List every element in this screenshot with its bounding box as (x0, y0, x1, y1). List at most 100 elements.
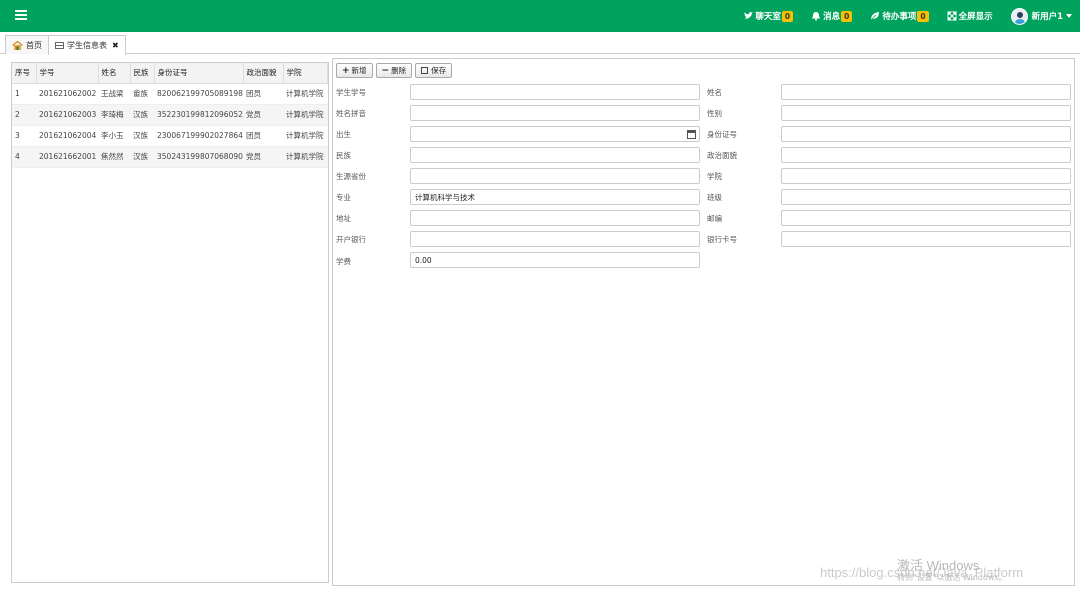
chatroom-badge: 0 (781, 10, 794, 22)
col-header-college[interactable]: 学院 (283, 63, 328, 84)
cell-student-id: 201621062004 (36, 125, 98, 147)
origin-field[interactable] (410, 168, 700, 184)
delete-button[interactable]: − 删除 (375, 63, 413, 78)
menu-toggle-icon[interactable] (15, 10, 27, 22)
cell-ethnic: 汉族 (130, 125, 154, 147)
user-name: 新用户1 (1031, 12, 1063, 22)
bank-card-field[interactable] (781, 231, 1071, 247)
leaf-icon (871, 12, 880, 21)
nav-chatroom[interactable]: 聊天室 0 (743, 10, 794, 22)
nav-todo[interactable]: 待办事项 0 (870, 10, 929, 22)
add-button-label: 新增 (351, 66, 367, 75)
political-label: 政治面貌 (707, 151, 737, 160)
address-field[interactable] (410, 210, 700, 226)
cell-political: 团员 (243, 83, 283, 105)
tab-student-info[interactable]: 学生信息表 ✖ (48, 35, 126, 55)
pinyin-field[interactable] (410, 105, 700, 121)
bank-card-label: 银行卡号 (707, 235, 737, 244)
cell-index: 4 (12, 146, 36, 168)
cell-college: 计算机学院 (283, 83, 328, 105)
todo-badge: 0 (917, 10, 929, 22)
zip-field[interactable] (781, 210, 1071, 226)
name-label: 姓名 (707, 88, 722, 97)
home-icon (12, 40, 23, 50)
caret-down-icon (1066, 14, 1072, 18)
student-id-field[interactable] (410, 84, 700, 100)
cell-index: 1 (12, 83, 36, 105)
cell-ethnic: 汉族 (130, 146, 154, 168)
table-row[interactable]: 1 201621062002 王战梁 畲族 820062199705089198… (12, 83, 328, 105)
nav-fullscreen[interactable]: 全屏显示 (947, 10, 993, 22)
cell-political: 党员 (243, 104, 283, 126)
name-field[interactable] (781, 84, 1071, 100)
col-header-index[interactable]: 序号 (12, 63, 37, 84)
cell-idcard: 352230199812096052 (154, 104, 243, 126)
address-label: 地址 (336, 214, 351, 223)
cell-college: 计算机学院 (283, 125, 328, 147)
cell-name: 焦然然 (98, 146, 130, 168)
table-row[interactable]: 3 201621062004 李小玉 汉族 230067199902027864… (12, 125, 328, 147)
pinyin-label: 姓名拼音 (336, 109, 366, 118)
gender-field[interactable] (781, 105, 1071, 121)
ethnic-label: 民族 (336, 151, 351, 160)
calendar-icon[interactable] (687, 130, 696, 139)
cell-student-id: 201621062002 (36, 83, 98, 105)
tuition-label: 学费 (336, 257, 351, 266)
cell-political: 党员 (243, 146, 283, 168)
cell-student-id: 201621062003 (36, 104, 98, 126)
delete-button-label: 删除 (391, 66, 407, 75)
close-icon[interactable]: ✖ (112, 41, 119, 50)
cell-college: 计算机学院 (283, 146, 328, 168)
college-label: 学院 (707, 172, 722, 181)
avatar (1010, 7, 1028, 25)
class-field[interactable] (781, 189, 1071, 205)
table-row[interactable]: 4 201621662001 焦然然 汉族 350243199807068090… (12, 146, 328, 168)
col-header-ethnic[interactable]: 民族 (130, 63, 155, 84)
tab-student-info-label: 学生信息表 (67, 41, 107, 50)
table-row[interactable]: 2 201621062003 李琦梅 汉族 352230199812096052… (12, 104, 328, 126)
cell-idcard: 230067199902027864 (154, 125, 243, 147)
idcard-field[interactable] (781, 126, 1071, 142)
plus-icon: + (342, 65, 350, 76)
nav-messages[interactable]: 消息 0 (811, 10, 853, 22)
add-button[interactable]: + 新增 (336, 63, 373, 78)
cell-college: 计算机学院 (283, 104, 328, 126)
tab-bar: 首页 学生信息表 ✖ (0, 32, 1080, 55)
tab-home-label: 首页 (26, 40, 42, 50)
col-header-political[interactable]: 政治面貌 (243, 63, 284, 84)
save-button[interactable]: 保存 (415, 63, 453, 78)
origin-label: 生源省份 (336, 172, 366, 181)
nav-messages-label: 消息 (823, 12, 841, 22)
table-header-row: 序号 学号 姓名 民族 身份证号 政治面貌 学院 (12, 63, 328, 84)
political-field[interactable] (781, 147, 1071, 163)
birth-label: 出生 (336, 130, 351, 139)
cell-name: 王战梁 (98, 83, 130, 105)
bank-field[interactable] (410, 231, 700, 247)
student-id-label: 学生学号 (336, 88, 366, 97)
minus-icon: − (381, 65, 390, 76)
col-header-name[interactable]: 姓名 (98, 63, 131, 84)
class-label: 班级 (707, 193, 722, 202)
user-menu[interactable]: 新用户1 (1010, 7, 1072, 25)
student-list-panel: 序号 学号 姓名 民族 身份证号 政治面貌 学院 1 201621062002 … (11, 62, 329, 583)
save-button-label: 保存 (431, 66, 447, 75)
col-header-student-id[interactable]: 学号 (36, 63, 99, 84)
col-header-idcard[interactable]: 身份证号 (154, 63, 244, 84)
bank-label: 开户银行 (336, 235, 366, 244)
ethnic-field[interactable] (410, 147, 700, 163)
tab-home[interactable]: 首页 (5, 35, 49, 54)
zip-label: 邮编 (707, 214, 722, 223)
cell-index: 3 (12, 125, 36, 147)
activate-windows-subtext: 转到"设置"以激活 Windows。 (897, 573, 1007, 582)
birth-date-field[interactable] (410, 126, 700, 142)
cell-ethnic: 畲族 (130, 83, 154, 105)
cell-idcard: 350243199807068090 (154, 146, 243, 168)
cell-political: 团员 (243, 125, 283, 147)
college-field[interactable] (781, 168, 1071, 184)
fullscreen-icon (947, 11, 957, 21)
major-label: 专业 (336, 193, 351, 202)
tuition-field[interactable]: 0.00 (410, 252, 700, 268)
major-field[interactable]: 计算机科学与技术 (410, 189, 700, 205)
nav-todo-label: 待办事项 (882, 12, 917, 22)
cell-name: 李小玉 (98, 125, 130, 147)
